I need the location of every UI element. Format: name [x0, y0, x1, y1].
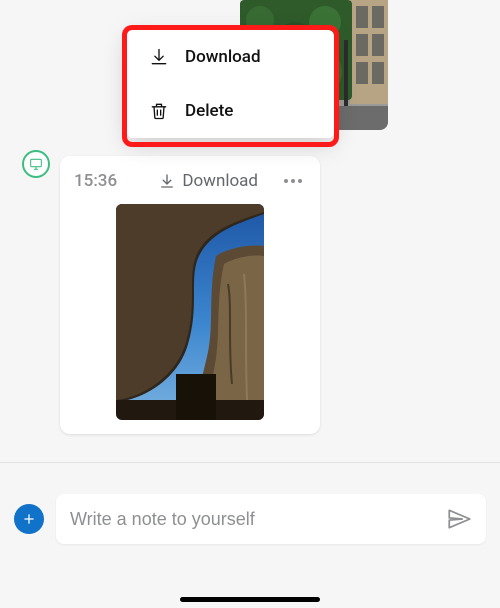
message-image[interactable]: [116, 204, 264, 420]
message-header: 15:36 Download: [74, 166, 306, 196]
composer: [0, 490, 500, 548]
message-card: 15:36 Download: [60, 156, 320, 434]
more-dots-icon: [284, 179, 288, 183]
monitor-icon: [28, 156, 44, 172]
send-button[interactable]: [446, 506, 472, 532]
download-button[interactable]: Download: [158, 171, 258, 191]
download-icon: [158, 172, 176, 190]
add-attachment-button[interactable]: [14, 504, 44, 534]
tutorial-highlight: [122, 25, 339, 147]
plus-icon: [22, 512, 36, 526]
message-time: 15:36: [74, 171, 117, 191]
home-indicator: [180, 597, 320, 602]
note-input-wrap: [56, 494, 486, 544]
device-badge: [22, 150, 50, 178]
more-button[interactable]: [280, 175, 306, 187]
note-input[interactable]: [70, 509, 436, 530]
arch-sky-image: [116, 204, 264, 420]
download-label: Download: [182, 171, 258, 191]
composer-divider: [0, 462, 500, 463]
send-icon: [446, 506, 472, 532]
